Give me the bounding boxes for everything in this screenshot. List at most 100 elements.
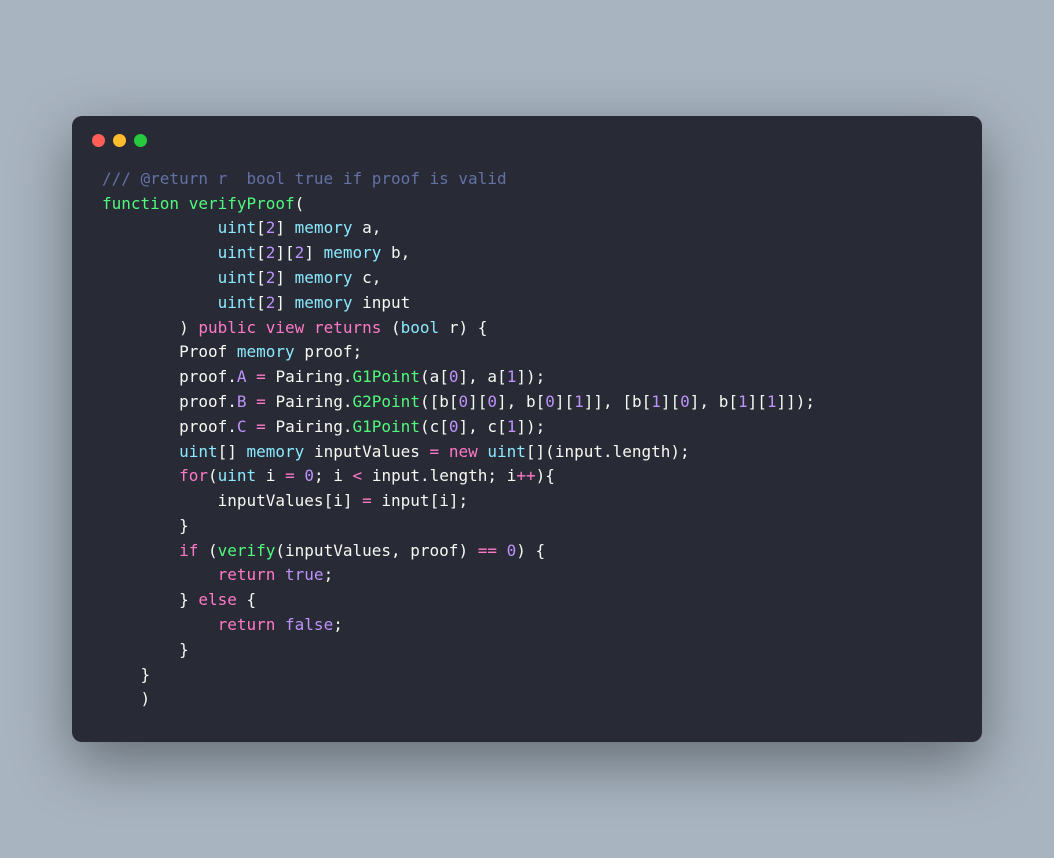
num: 1	[738, 392, 748, 411]
func-g1: G1Point	[353, 367, 420, 386]
var-i: i	[439, 491, 449, 510]
kw-for: for	[179, 466, 208, 485]
ident: b	[632, 392, 642, 411]
kw-new: new	[449, 442, 478, 461]
op-eq: =	[430, 442, 440, 461]
op-eq: =	[362, 491, 372, 510]
close-icon[interactable]	[92, 134, 105, 147]
kw-public: public	[198, 318, 256, 337]
func-g1: G1Point	[353, 417, 420, 436]
kw-memory: memory	[295, 293, 353, 312]
op-eq: =	[256, 367, 266, 386]
kw-memory: memory	[237, 342, 295, 361]
minimize-icon[interactable]	[113, 134, 126, 147]
op-eq: =	[256, 417, 266, 436]
ident: a	[430, 367, 440, 386]
num: 0	[449, 417, 459, 436]
var-name: proof	[304, 342, 352, 361]
var-name: inputValues	[314, 442, 420, 461]
num: 0	[507, 541, 517, 560]
type-uint: uint	[179, 442, 218, 461]
ident: input	[381, 491, 429, 510]
op-lt: <	[353, 466, 363, 485]
prop-a: A	[237, 367, 247, 386]
op-inc: ++	[516, 466, 535, 485]
kw-memory: memory	[324, 243, 382, 262]
num: 2	[295, 243, 305, 262]
op-eq: =	[285, 466, 295, 485]
val-true: true	[285, 565, 324, 584]
op-eqeq: ==	[478, 541, 497, 560]
param-name: a	[362, 218, 372, 237]
ident: c	[430, 417, 440, 436]
prop-length: length	[613, 442, 671, 461]
type-uint: uint	[218, 243, 257, 262]
num: 0	[545, 392, 555, 411]
var-i: i	[507, 466, 517, 485]
window-titlebar	[72, 116, 982, 157]
kw-memory: memory	[295, 218, 353, 237]
kw-function: function	[102, 194, 179, 213]
ident: inputValues	[218, 491, 324, 510]
kw-return: return	[218, 615, 276, 634]
kw-view: view	[266, 318, 305, 337]
code-comment: /// @return r bool true if proof is vali…	[102, 169, 507, 188]
type-uint: uint	[218, 218, 257, 237]
num: 2	[266, 293, 276, 312]
prop-length: length	[430, 466, 488, 485]
var-i: i	[333, 466, 343, 485]
ident: proof	[410, 541, 458, 560]
ident: a	[487, 367, 497, 386]
num: 0	[304, 466, 314, 485]
ident: proof	[179, 417, 227, 436]
op-eq: =	[256, 392, 266, 411]
ident: c	[487, 417, 497, 436]
ident: input	[372, 466, 420, 485]
ident: b	[526, 392, 536, 411]
num: 1	[507, 367, 517, 386]
num: 0	[449, 367, 459, 386]
num: 1	[651, 392, 661, 411]
val-false: false	[285, 615, 333, 634]
num: 2	[266, 218, 276, 237]
type-proof: Proof	[179, 342, 227, 361]
prop-b: B	[237, 392, 247, 411]
code-block: /// @return r bool true if proof is vali…	[72, 157, 982, 743]
ident: input	[555, 442, 603, 461]
type-uint: uint	[487, 442, 526, 461]
type-uint: uint	[218, 466, 257, 485]
kw-if: if	[179, 541, 198, 560]
type-uint: uint	[218, 268, 257, 287]
num: 1	[507, 417, 517, 436]
func-name: verifyProof	[189, 194, 295, 213]
num: 1	[767, 392, 777, 411]
paren-open: (	[295, 194, 305, 213]
ident: proof	[179, 367, 227, 386]
ident: b	[719, 392, 729, 411]
num: 0	[487, 392, 497, 411]
type-uint: uint	[218, 293, 257, 312]
maximize-icon[interactable]	[134, 134, 147, 147]
ident: b	[439, 392, 449, 411]
kw-returns: returns	[314, 318, 381, 337]
var-i: i	[266, 466, 276, 485]
num: 0	[459, 392, 469, 411]
kw-memory: memory	[247, 442, 305, 461]
ident: Pairing	[275, 392, 342, 411]
var-i: i	[333, 491, 343, 510]
func-g2: G2Point	[353, 392, 420, 411]
ident: Pairing	[275, 417, 342, 436]
ident: proof	[179, 392, 227, 411]
param-name: c	[362, 268, 372, 287]
type-bool: bool	[401, 318, 440, 337]
code-window: /// @return r bool true if proof is vali…	[72, 116, 982, 743]
kw-memory: memory	[295, 268, 353, 287]
num: 2	[266, 243, 276, 262]
kw-return: return	[218, 565, 276, 584]
func-verify: verify	[218, 541, 276, 560]
dot: .	[227, 367, 237, 386]
num: 0	[680, 392, 690, 411]
ident: Pairing	[275, 367, 342, 386]
prop-c: C	[237, 417, 247, 436]
ret-name: r	[449, 318, 459, 337]
